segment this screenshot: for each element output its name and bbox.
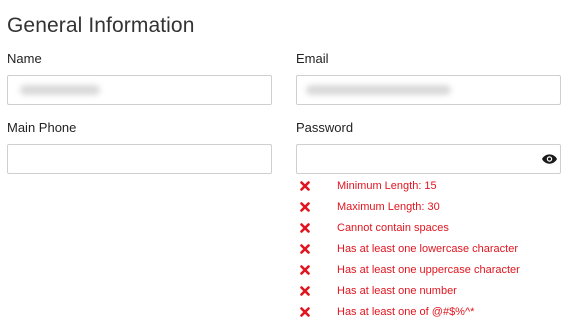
x-icon — [300, 222, 310, 233]
section-title: General Information — [7, 14, 195, 37]
email-redacted-value — [306, 85, 451, 95]
x-icon — [300, 264, 310, 275]
x-icon — [300, 201, 310, 212]
email-label: Email — [296, 51, 329, 66]
password-rule: Minimum Length: 15 — [296, 175, 520, 196]
eye-icon[interactable] — [540, 151, 558, 167]
password-rule: Has at least one of @#$%^* — [296, 301, 520, 322]
x-icon — [300, 243, 310, 254]
password-rules-list: Minimum Length: 15 Maximum Length: 30 Ca… — [296, 175, 520, 322]
password-rule-label: Has at least one of @#$%^* — [337, 305, 475, 318]
password-rule: Has at least one number — [296, 280, 520, 301]
password-label: Password — [296, 120, 354, 135]
x-icon — [300, 285, 310, 296]
password-input[interactable] — [296, 144, 561, 174]
main-phone-label: Main Phone — [7, 120, 77, 135]
x-icon — [300, 306, 310, 317]
x-icon — [300, 180, 310, 191]
password-rule-label: Maximum Length: 30 — [337, 200, 440, 213]
name-label: Name — [7, 51, 42, 66]
password-rule: Cannot contain spaces — [296, 217, 520, 238]
main-phone-input[interactable] — [7, 144, 272, 174]
password-rule: Has at least one uppercase character — [296, 259, 520, 280]
password-rule-label: Minimum Length: 15 — [337, 179, 437, 192]
password-rule-label: Cannot contain spaces — [337, 221, 449, 234]
password-rule: Maximum Length: 30 — [296, 196, 520, 217]
password-rule-label: Has at least one lowercase character — [337, 242, 518, 255]
password-rule-label: Has at least one number — [337, 284, 457, 297]
password-rule: Has at least one lowercase character — [296, 238, 520, 259]
password-rule-label: Has at least one uppercase character — [337, 263, 520, 276]
name-redacted-value — [20, 85, 100, 95]
